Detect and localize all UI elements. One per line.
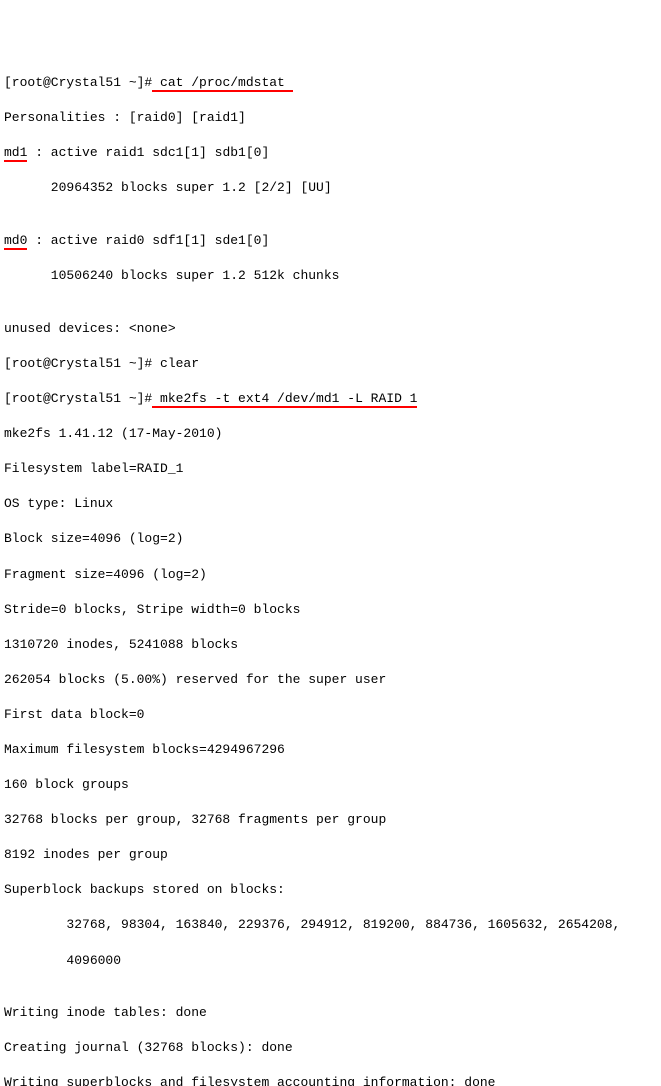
command-text: mke2fs -t ext4 /dev/md1 -L RAID 1 xyxy=(152,391,417,408)
md0-label: md0 xyxy=(4,233,27,250)
terminal-line: Filesystem label=RAID_1 xyxy=(4,460,657,478)
terminal-line: 262054 blocks (5.00%) reserved for the s… xyxy=(4,671,657,689)
terminal-line: 10506240 blocks super 1.2 512k chunks xyxy=(4,267,657,285)
terminal-line: 8192 inodes per group xyxy=(4,846,657,864)
md1-label: md1 xyxy=(4,145,27,162)
shell-prompt: [root@Crystal51 ~]# xyxy=(4,75,152,90)
terminal-line: Block size=4096 (log=2) xyxy=(4,530,657,548)
terminal-line: Maximum filesystem blocks=4294967296 xyxy=(4,741,657,759)
terminal-line: Writing superblocks and filesystem accou… xyxy=(4,1074,657,1086)
terminal-line: [root@Crystal51 ~]# cat /proc/mdstat xyxy=(4,74,657,92)
terminal-line: [root@Crystal51 ~]# clear xyxy=(4,355,657,373)
terminal-line: 1310720 inodes, 5241088 blocks xyxy=(4,636,657,654)
terminal-line: mke2fs 1.41.12 (17-May-2010) xyxy=(4,425,657,443)
md0-rest: : active raid0 sdf1[1] sde1[0] xyxy=(27,233,269,248)
terminal-line: OS type: Linux xyxy=(4,495,657,513)
command-text: cat /proc/mdstat xyxy=(152,75,292,92)
terminal-line: Superblock backups stored on blocks: xyxy=(4,881,657,899)
terminal-line: 4096000 xyxy=(4,952,657,970)
terminal-line: 20964352 blocks super 1.2 [2/2] [UU] xyxy=(4,179,657,197)
terminal-line: [root@Crystal51 ~]# mke2fs -t ext4 /dev/… xyxy=(4,390,657,408)
terminal-line: 32768, 98304, 163840, 229376, 294912, 81… xyxy=(4,916,657,934)
terminal-line: First data block=0 xyxy=(4,706,657,724)
terminal-line: Fragment size=4096 (log=2) xyxy=(4,566,657,584)
terminal-line: Creating journal (32768 blocks): done xyxy=(4,1039,657,1057)
shell-prompt: [root@Crystal51 ~]# xyxy=(4,391,152,406)
terminal-line: unused devices: <none> xyxy=(4,320,657,338)
md1-rest: : active raid1 sdc1[1] sdb1[0] xyxy=(27,145,269,160)
terminal-line: Writing inode tables: done xyxy=(4,1004,657,1022)
terminal-line: 32768 blocks per group, 32768 fragments … xyxy=(4,811,657,829)
terminal-line: 160 block groups xyxy=(4,776,657,794)
terminal-line: md1 : active raid1 sdc1[1] sdb1[0] xyxy=(4,144,657,162)
terminal-line: Stride=0 blocks, Stripe width=0 blocks xyxy=(4,601,657,619)
terminal-line: Personalities : [raid0] [raid1] xyxy=(4,109,657,127)
terminal-line: md0 : active raid0 sdf1[1] sde1[0] xyxy=(4,232,657,250)
